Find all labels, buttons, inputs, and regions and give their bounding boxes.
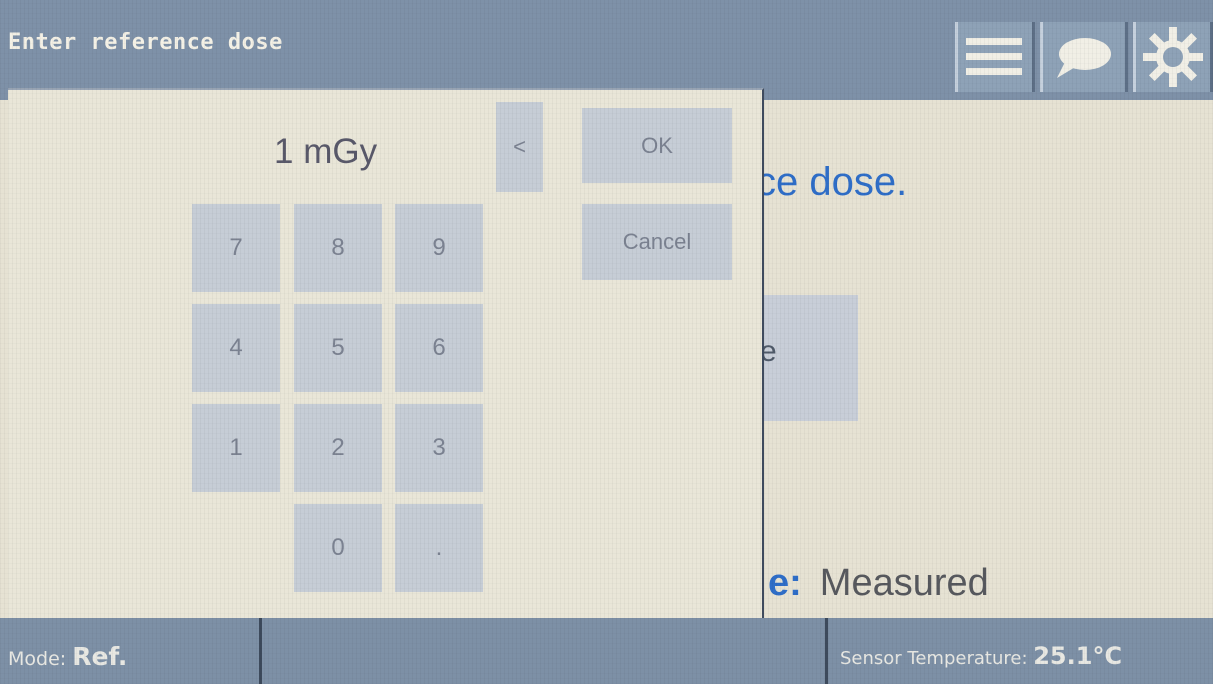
device-screen: Enter reference dose ce dose. e e: Measu…	[0, 0, 1213, 684]
backspace-button[interactable]: <	[496, 102, 543, 192]
title-bar: Enter reference dose	[0, 0, 1213, 100]
decimal-point-key[interactable]: .	[395, 504, 483, 592]
digit-3-key[interactable]: 3	[395, 404, 483, 492]
menu-button[interactable]	[955, 22, 1035, 92]
dose-source-label: e:	[768, 562, 802, 604]
temperature-value: 25.1°C	[1033, 642, 1123, 670]
mode-indicator: Mode: Ref.	[8, 642, 127, 671]
dose-value-display: 1 mGy	[274, 132, 378, 171]
cancel-button[interactable]: Cancel	[582, 204, 732, 280]
digit-7-key[interactable]: 7	[192, 204, 280, 292]
mode-segment: Mode: Ref.	[0, 618, 262, 684]
background-instruction-text: ce dose.	[756, 160, 908, 204]
messages-button[interactable]	[1040, 22, 1128, 92]
dose-source-row: e: Measured	[768, 562, 989, 605]
digit-2-key[interactable]: 2	[294, 404, 382, 492]
mode-value: Ref.	[72, 642, 128, 671]
gear-icon	[1143, 27, 1203, 87]
sensor-temperature-indicator: Sensor Temperature: 25.1°C	[840, 642, 1122, 670]
status-message-segment	[262, 618, 828, 684]
chat-bubble-icon	[1057, 38, 1111, 78]
digit-9-key[interactable]: 9	[395, 204, 483, 292]
ok-button[interactable]: OK	[582, 108, 732, 183]
numeric-keypad-dialog: 1 mGy < OK Cancel 7 8 9 4 5 6 1 2 3 0 .	[8, 88, 764, 618]
settings-button[interactable]	[1133, 22, 1213, 92]
dose-source-value: Measured	[819, 562, 989, 604]
screen-title: Enter reference dose	[8, 30, 283, 55]
mode-label: Mode:	[8, 648, 73, 670]
status-bar: Mode: Ref. Sensor Temperature: 25.1°C	[0, 618, 1213, 684]
digit-4-key[interactable]: 4	[192, 304, 280, 392]
temperature-segment: Sensor Temperature: 25.1°C	[828, 618, 1213, 684]
digit-0-key[interactable]: 0	[294, 504, 382, 592]
digit-8-key[interactable]: 8	[294, 204, 382, 292]
digit-6-key[interactable]: 6	[395, 304, 483, 392]
temperature-label: Sensor Temperature:	[840, 648, 1034, 669]
digit-5-key[interactable]: 5	[294, 304, 382, 392]
digit-1-key[interactable]: 1	[192, 404, 280, 492]
menu-icon	[966, 38, 1022, 75]
